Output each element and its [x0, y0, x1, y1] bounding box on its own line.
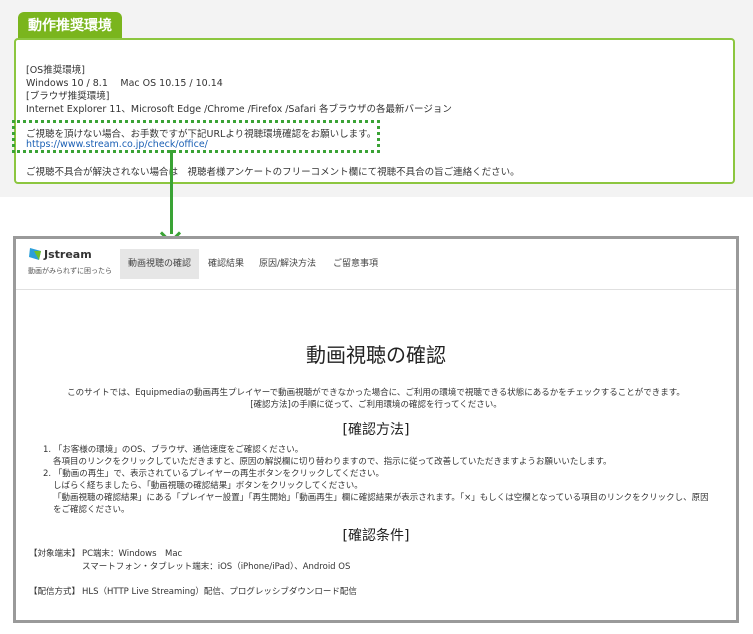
device-pc: PC端末：Windows Mac [82, 549, 183, 559]
intro-line-2: [確認方法]の手順に従って、ご利用環境の確認を行ってください。 [250, 400, 502, 410]
browser-heading: [ブラウザ推奨環境] [26, 91, 110, 102]
method-line: 「動画視聴の確認結果」にある「プレイヤー設置」「再生開始」「動画再生」欄に確認結… [53, 493, 709, 503]
site-header: Jstream 動画がみられずに困ったら 動画視聴の確認 確認結果 原因/解決方… [16, 239, 736, 290]
delivery-label: 【配信方式】 [29, 587, 81, 597]
logo-text: Jstream [44, 248, 92, 261]
page-title: 動画視聴の確認 [306, 343, 446, 367]
env-section-label: 動作推奨環境 [18, 12, 122, 40]
device-mobile: スマートフォン・タブレット端末：iOS（iPhone/iPad）、Android… [82, 562, 351, 572]
nav-item-cause[interactable]: 原因/解決方法 [251, 249, 324, 279]
method-title: [確認方法] [342, 422, 410, 438]
method-line: をご確認ください。 [53, 505, 130, 515]
env-section: 動作推奨環境 [OS推奨環境] Windows 10 / 8.1 Mac OS … [0, 0, 753, 197]
env-info-box: [OS推奨環境] Windows 10 / 8.1 Mac OS 10.15 /… [12, 38, 735, 184]
conditions-title: [確認条件] [342, 528, 410, 544]
device-label: 【対象端末】 [29, 549, 81, 559]
check-url-link[interactable]: https://www.stream.co.jp/check/office/ [26, 139, 208, 150]
delivery-value: HLS（HTTP Live Streaming）配信、プログレッシブダウンロード… [82, 587, 357, 597]
nav-item-result[interactable]: 確認結果 [200, 249, 252, 279]
down-arrow-line [170, 150, 173, 234]
method-line: 各項目のリンクをクリックしていただきますと、原因の解説欄に切り替わりますので、指… [53, 457, 612, 467]
logo-mark-icon [29, 248, 41, 260]
nav-item-video-check[interactable]: 動画視聴の確認 [120, 249, 200, 279]
contact-notice: ご視聴不具合が解決されない場合は 視聴者様アンケートのフリーコメント欄にて視聴不… [26, 167, 520, 178]
check-site-frame: Jstream 動画がみられずに困ったら 動画視聴の確認 確認結果 原因/解決方… [13, 236, 739, 623]
check-notice: ご視聴を頂けない場合、お手数ですが下記URLより視聴環境確認をお願いします。 [26, 129, 377, 140]
method-line: 2. 「動画の再生」で、表示されているプレイヤーの再生ボタンをクリックしてくださ… [43, 469, 384, 479]
method-line: 1. 「お客様の環境」のOS、ブラウザ、通信速度をご確認ください。 [43, 445, 304, 455]
browser-value: Internet Explorer 11、Microsoft Edge /Chr… [26, 104, 452, 115]
nav-item-notes[interactable]: ご留意事項 [325, 249, 386, 279]
os-value: Windows 10 / 8.1 Mac OS 10.15 / 10.14 [26, 78, 223, 89]
jstream-logo[interactable]: Jstream 動画がみられずに困ったら [28, 247, 112, 279]
logo-tagline: 動画がみられずに困ったら [28, 267, 112, 275]
os-heading: [OS推奨環境] [26, 65, 85, 76]
method-line: しばらく経ちましたら、「動画視聴の確認結果」ボタンをクリックしてください。 [53, 481, 363, 491]
intro-line-1: このサイトでは、Equipmediaの動画再生プレイヤーで動画視聴ができなかった… [67, 388, 685, 398]
